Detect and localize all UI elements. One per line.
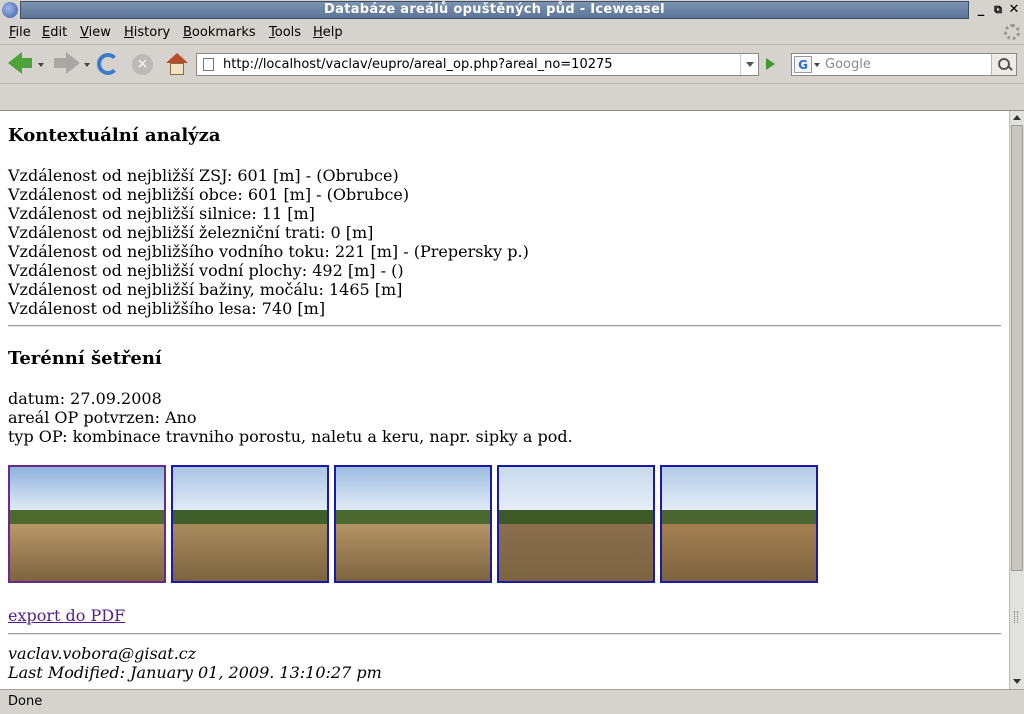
status-text: Done	[8, 694, 43, 709]
footer-divider	[8, 633, 1001, 635]
photo-field	[662, 524, 816, 581]
back-history-dropdown-icon[interactable]	[38, 63, 44, 67]
photo-sky	[662, 467, 816, 515]
distance-zsj: Vzdálenost od nejbližší ZSJ: 601 [m] - (…	[8, 166, 399, 185]
distance-watercourse: Vzdálenost od nejbližšího vodního toku: …	[8, 242, 529, 261]
photo-field	[336, 524, 490, 581]
reload-icon[interactable]	[97, 53, 119, 75]
photo-thumbnail[interactable]	[497, 465, 655, 583]
url-bar[interactable]: http://localhost/vaclav/eupro/areal_op.p…	[196, 53, 759, 76]
page-content: Kontextuální analýza Vzdálenost od nejbl…	[0, 111, 1009, 689]
survey-type: typ OP: kombinace travniho porostu, nale…	[8, 427, 573, 446]
survey-date: datum: 27.09.2008	[8, 389, 162, 408]
home-body	[170, 63, 184, 75]
home-roof	[166, 53, 188, 63]
menu-help[interactable]: Help	[313, 25, 343, 40]
home-icon[interactable]	[166, 53, 188, 75]
photo-thumbnail[interactable]	[660, 465, 818, 583]
distance-swamp: Vzdálenost od nejbližší bažiny, močálu: …	[8, 280, 403, 299]
distance-railway: Vzdálenost od nejbližší železniční trati…	[8, 223, 374, 242]
photo-field	[173, 524, 327, 581]
photo-field	[10, 524, 164, 581]
search-engine-dropdown-icon[interactable]	[814, 63, 820, 67]
vertical-scrollbar[interactable]	[1009, 111, 1024, 689]
search-icon[interactable]	[991, 54, 1016, 75]
go-icon[interactable]	[762, 55, 780, 74]
maximize-icon[interactable]: ⧉	[990, 2, 1006, 18]
google-icon[interactable]: G	[794, 56, 812, 73]
photo-thumbnail[interactable]	[334, 465, 492, 583]
url-input[interactable]: http://localhost/vaclav/eupro/areal_op.p…	[223, 57, 613, 72]
scroll-down-icon[interactable]	[1012, 677, 1022, 687]
distance-municipality: Vzdálenost od nejbližší obce: 601 [m] - …	[8, 185, 410, 204]
scroll-grip-icon	[1014, 611, 1018, 623]
window-title: Databáze areálů opuštěných půd - Iceweas…	[324, 2, 665, 17]
iceweasel-icon[interactable]	[2, 2, 18, 18]
back-button[interactable]	[20, 58, 32, 68]
forward-arrow-icon[interactable]	[66, 52, 80, 74]
search-box[interactable]: G Google	[791, 53, 1017, 76]
menu-tools[interactable]: Tools	[269, 25, 301, 40]
title-bar: Databáze areálů opuštěných půd - Iceweas…	[0, 0, 1024, 21]
close-icon[interactable]: ✕	[1006, 2, 1022, 18]
survey-confirmed: areál OP potvrzen: Ano	[8, 408, 197, 427]
section-heading-field-survey: Terénní šetření	[8, 348, 162, 369]
menu-bar: File Edit View History Bookmarks Tools H…	[0, 21, 1024, 45]
status-bar: Done	[0, 689, 1024, 714]
export-pdf-link[interactable]: export do PDF	[8, 606, 125, 625]
photo-sky	[173, 467, 327, 515]
url-dropdown-button[interactable]	[740, 54, 758, 75]
divider	[8, 325, 1001, 327]
photo-sky	[499, 467, 653, 515]
menu-file[interactable]: File	[9, 25, 31, 40]
photo-field	[499, 524, 653, 581]
forward-history-dropdown-icon[interactable]	[84, 63, 90, 67]
distance-water-body: Vzdálenost od nejbližší vodní plochy: 49…	[8, 261, 404, 280]
menu-view[interactable]: View	[80, 25, 111, 40]
last-modified: Last Modified: January 01, 2009. 13:10:2…	[8, 663, 382, 682]
search-input[interactable]: Google	[825, 57, 871, 72]
distance-road: Vzdálenost od nejbližší silnice: 11 [m]	[8, 204, 315, 223]
photo-thumbnail[interactable]	[8, 465, 166, 583]
stop-icon[interactable]: ×	[132, 54, 153, 75]
page-icon	[203, 58, 214, 71]
bookmarks-toolbar	[0, 85, 1024, 111]
photo-sky	[336, 467, 490, 515]
photo-sky	[10, 467, 164, 515]
photo-thumbnail[interactable]	[171, 465, 329, 583]
forward-button[interactable]	[54, 58, 66, 68]
menu-edit[interactable]: Edit	[42, 25, 67, 40]
throbber-icon	[1004, 24, 1020, 40]
menu-bookmarks[interactable]: Bookmarks	[183, 25, 256, 40]
author-email: vaclav.vobora@gisat.cz	[8, 644, 197, 663]
menu-history[interactable]: History	[124, 25, 170, 40]
scroll-up-icon[interactable]	[1012, 113, 1022, 123]
scroll-thumb[interactable]	[1011, 125, 1023, 571]
minimize-icon[interactable]: _	[973, 2, 989, 18]
section-heading-context-analysis: Kontextuální analýza	[8, 125, 221, 146]
distance-forest: Vzdálenost od nejbližšího lesa: 740 [m]	[8, 299, 326, 318]
